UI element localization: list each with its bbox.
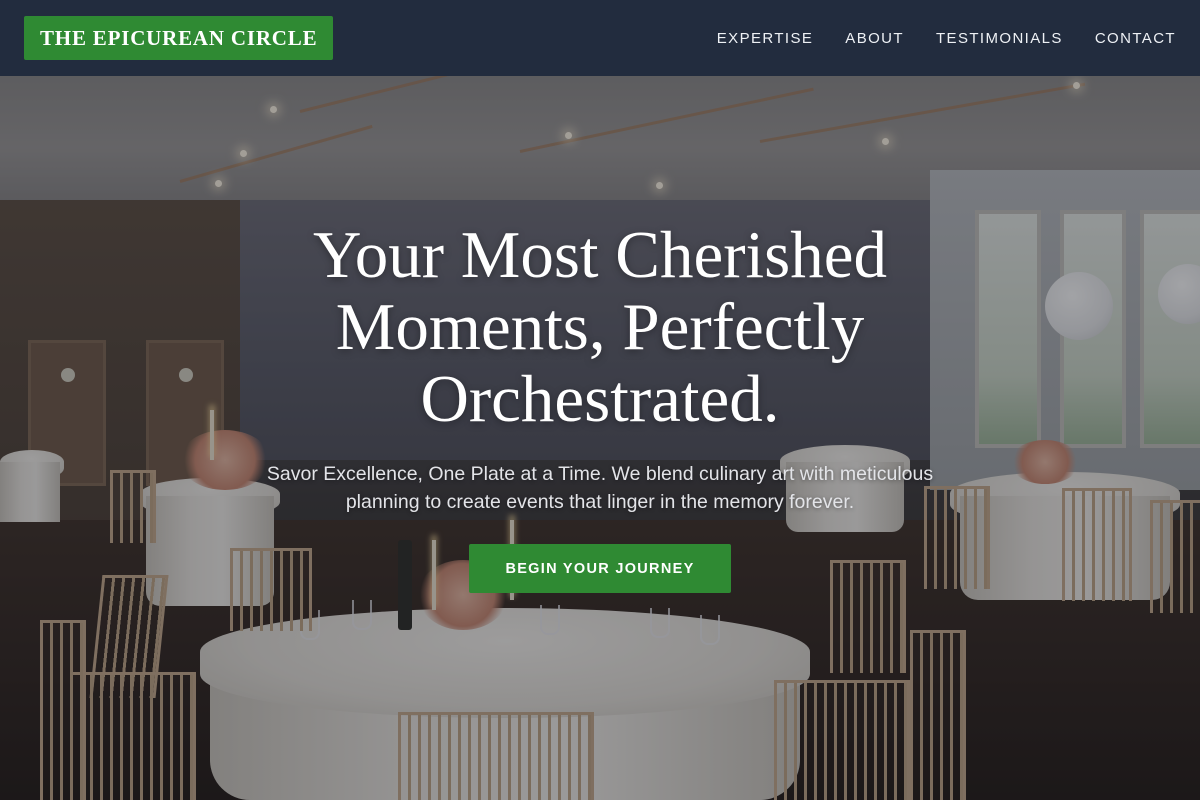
- hero-subtitle: Savor Excellence, One Plate at a Time. W…: [266, 463, 934, 513]
- hero-section: Your Most Cherished Moments, Perfectly O…: [0, 76, 1200, 800]
- nav-link-contact[interactable]: CONTACT: [1095, 30, 1176, 47]
- main-nav: EXPERTISE ABOUT TESTIMONIALS CONTACT: [717, 30, 1176, 47]
- nav-link-expertise[interactable]: EXPERTISE: [717, 30, 814, 47]
- nav-link-about[interactable]: ABOUT: [845, 30, 904, 47]
- begin-journey-button[interactable]: BEGIN YOUR JOURNEY: [469, 544, 731, 593]
- nav-link-testimonials[interactable]: TESTIMONIALS: [936, 30, 1063, 47]
- site-header: THE EPICUREAN CIRCLE EXPERTISE ABOUT TES…: [0, 0, 1200, 76]
- landing-page: THE EPICUREAN CIRCLE EXPERTISE ABOUT TES…: [0, 0, 1200, 800]
- hero-title: Your Most Cherished Moments, Perfectly O…: [313, 218, 887, 436]
- brand-logo-link[interactable]: THE EPICUREAN CIRCLE: [24, 16, 334, 60]
